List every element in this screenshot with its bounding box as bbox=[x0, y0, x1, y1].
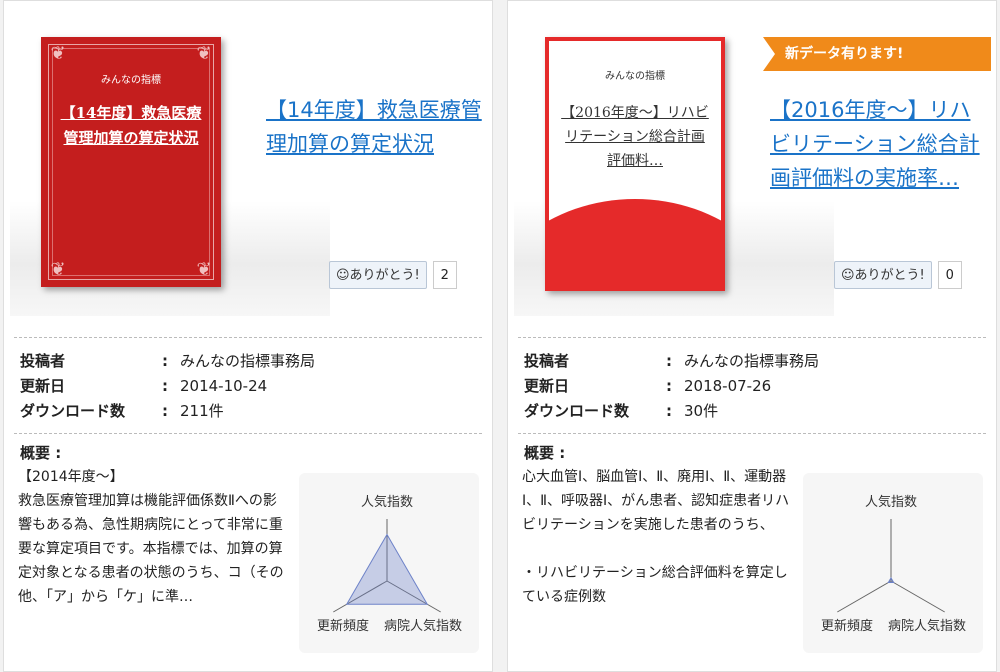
summary-text: 心大血管Ⅰ、脳血管Ⅰ、Ⅱ、廃用Ⅰ、Ⅱ、運動器Ⅰ、Ⅱ、呼吸器Ⅰ、がん患者、認知症患… bbox=[522, 469, 790, 605]
thanks-group: ☺ありがとう! 2 bbox=[329, 260, 457, 290]
updated-label: 更新日 bbox=[20, 377, 66, 395]
downloads-label: ダウンロード数 bbox=[20, 402, 126, 420]
cover-arc bbox=[549, 199, 721, 287]
divider bbox=[518, 433, 986, 434]
summary-label: 概要 : bbox=[524, 444, 566, 462]
thanks-group: ☺ありがとう! 0 bbox=[834, 260, 962, 290]
downloads-value: 211件 bbox=[180, 402, 224, 420]
radar-label-right: 病院人気指数 bbox=[383, 619, 462, 634]
meta-table: 投稿者 : みんなの指標事務局 更新日 : 2014-10-24 ダウンロード数… bbox=[20, 349, 315, 424]
cover-image[interactable]: ❦ ❦ ❦ ❦ みんなの指標 【14年度】救急医療管理加算の算定状況 bbox=[41, 37, 221, 287]
cover-publisher: みんなの指標 bbox=[605, 71, 665, 82]
radar-label-left: 更新頻度 bbox=[821, 619, 874, 634]
radar-label-top: 人気指数 bbox=[865, 495, 918, 510]
divider bbox=[14, 433, 482, 434]
colon: : bbox=[666, 352, 672, 370]
cover-image[interactable]: みんなの指標 【2016年度～】リハビリテーション総合計画評価料… bbox=[545, 37, 725, 291]
poster-value: みんなの指標事務局 bbox=[684, 352, 820, 370]
radar-value-area bbox=[345, 533, 429, 605]
colon: : bbox=[666, 402, 672, 420]
thanks-button[interactable]: ☺ありがとう! bbox=[329, 261, 427, 289]
downloads-label: ダウンロード数 bbox=[524, 402, 630, 420]
ornament-icon: ❦ bbox=[196, 43, 212, 64]
radar-label-top: 人気指数 bbox=[361, 495, 414, 510]
colon: : bbox=[162, 402, 168, 420]
updated-label: 更新日 bbox=[524, 377, 570, 395]
thanks-count: 0 bbox=[937, 261, 962, 289]
radar-axis bbox=[837, 580, 892, 613]
cover-title: 【2016年度～】リハビリテーション総合計画評価料… bbox=[561, 105, 709, 169]
new-data-ribbon: 新データ有ります! bbox=[763, 37, 991, 71]
colon: : bbox=[666, 377, 672, 395]
downloads-value: 30件 bbox=[684, 402, 719, 420]
poster-label: 投稿者 bbox=[524, 352, 570, 370]
radar-value-area bbox=[887, 576, 895, 584]
ornament-icon: ❦ bbox=[50, 43, 66, 64]
radar-chart: 人気指数 更新頻度 病院人気指数 bbox=[803, 473, 983, 653]
updated-value: 2014-10-24 bbox=[180, 377, 268, 395]
meta-table: 投稿者 : みんなの指標事務局 更新日 : 2018-07-26 ダウンロード数… bbox=[524, 349, 819, 424]
poster-label: 投稿者 bbox=[20, 352, 66, 370]
indicator-card: みんなの指標 【2016年度～】リハビリテーション総合計画評価料… 新データ有り… bbox=[507, 0, 997, 672]
divider bbox=[518, 337, 986, 338]
cover-title: 【14年度】救急医療管理加算の算定状況 bbox=[60, 104, 202, 147]
ornament-icon: ❦ bbox=[196, 259, 212, 280]
colon: : bbox=[162, 352, 168, 370]
summary-text: 【2014年度～】 救急医療管理加算は機能評価係数Ⅱへの影響もある為、急性期病院… bbox=[18, 469, 284, 605]
radar-axis bbox=[890, 580, 945, 613]
poster-value: みんなの指標事務局 bbox=[180, 352, 316, 370]
thanks-count: 2 bbox=[432, 261, 457, 289]
divider bbox=[14, 337, 482, 338]
radar-chart: 人気指数 更新頻度 病院人気指数 bbox=[299, 473, 479, 653]
indicator-card: ❦ ❦ ❦ ❦ みんなの指標 【14年度】救急医療管理加算の算定状況 【14年度… bbox=[3, 0, 493, 672]
radar-label-left: 更新頻度 bbox=[317, 619, 370, 634]
ornament-icon: ❦ bbox=[50, 259, 66, 280]
radar-label-right: 病院人気指数 bbox=[887, 619, 966, 634]
thanks-button[interactable]: ☺ありがとう! bbox=[834, 261, 932, 289]
indicator-title-link[interactable]: 【2016年度～】リハビリテーション総合計画評価料の実施率… bbox=[770, 93, 990, 195]
colon: : bbox=[162, 377, 168, 395]
updated-value: 2018-07-26 bbox=[684, 377, 772, 395]
indicator-title-link[interactable]: 【14年度】救急医療管理加算の算定状況 bbox=[266, 93, 486, 161]
cover-publisher: みんなの指標 bbox=[101, 75, 161, 86]
summary-label: 概要 : bbox=[20, 444, 62, 462]
